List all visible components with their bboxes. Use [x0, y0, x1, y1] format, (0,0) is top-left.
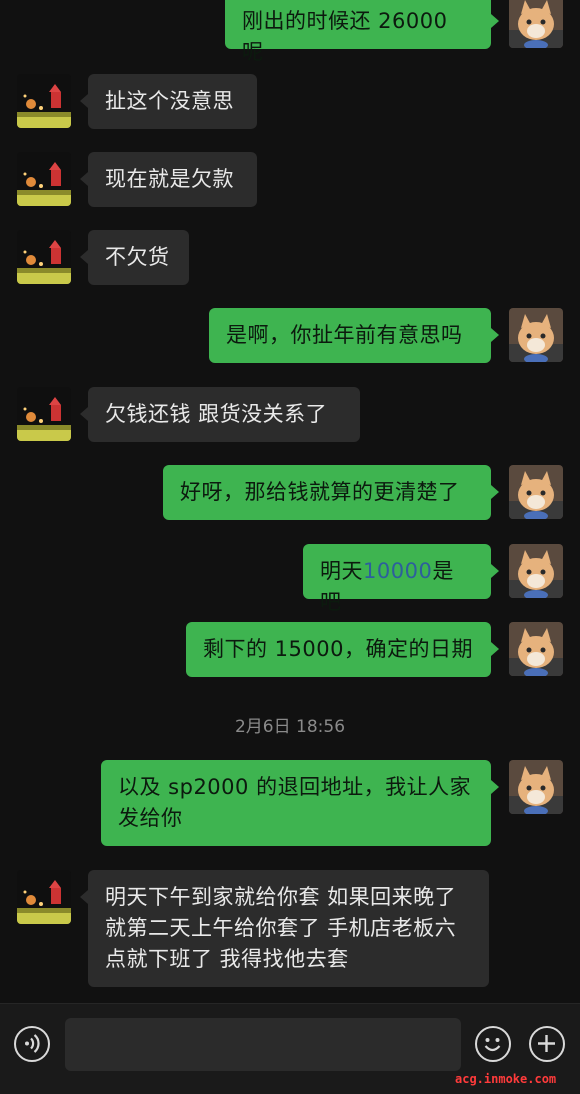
message-text: 是啊，你扯年前有意思吗: [226, 323, 463, 347]
bubble-tail: [80, 890, 88, 904]
message-bubble-incoming[interactable]: 不欠货: [88, 230, 189, 285]
message-bubble-outgoing[interactable]: 是啊，你扯年前有意思吗: [209, 308, 491, 363]
my-avatar[interactable]: [509, 622, 563, 676]
message-bubble-outgoing[interactable]: 刚出的时候还 26000 呢: [225, 0, 491, 64]
message-bubble-incoming[interactable]: 扯这个没意思: [88, 74, 257, 129]
message-bubble-outgoing[interactable]: 好呀，那给钱就算的更清楚了: [163, 465, 491, 520]
message-text: 明天下午到家就给你套 如果回来晚了就第二天上午给你套了 手机店老板六点就下班了 …: [105, 885, 457, 971]
contact-avatar[interactable]: [17, 387, 71, 441]
bubble-tail: [491, 780, 499, 794]
message-bubble-incoming[interactable]: 明天下午到家就给你套 如果回来晚了就第二天上午给你套了 手机店老板六点就下班了 …: [88, 870, 489, 987]
my-avatar[interactable]: [509, 465, 563, 519]
bubble-tail: [80, 94, 88, 108]
message-bubble-outgoing[interactable]: 明天10000是吧: [303, 544, 491, 614]
bubble-tail: [491, 642, 499, 656]
my-avatar[interactable]: [509, 308, 563, 362]
message-text: 欠钱还钱 跟货没关系了: [105, 402, 328, 426]
chat-area[interactable]: 刚出的时候还 26000 呢 扯这个没意思 现在就是欠款 不欠货 是啊，你扯年前…: [0, 0, 580, 1003]
message-input[interactable]: [65, 1018, 461, 1071]
phone-number-link[interactable]: 10000: [363, 559, 432, 583]
bubble-tail: [80, 407, 88, 421]
message-text: 剩下的 15000，确定的日期: [203, 637, 473, 661]
watermark: acg.inmoke.com: [455, 1072, 557, 1086]
message-text: 明天: [320, 559, 363, 583]
my-avatar[interactable]: [509, 760, 563, 814]
bubble-tail: [491, 14, 499, 28]
message-text: 现在就是欠款: [105, 167, 234, 191]
bubble-tail: [491, 564, 499, 578]
voice-icon[interactable]: [14, 1026, 50, 1062]
bubble-tail: [491, 485, 499, 499]
message-bubble-outgoing[interactable]: 以及 sp2000 的退回地址，我让人家发给你: [101, 760, 491, 846]
message-text: 以及 sp2000 的退回地址，我让人家发给你: [118, 775, 472, 830]
message-text: 不欠货: [105, 245, 170, 269]
bubble-tail: [80, 172, 88, 186]
message-text: 刚出的时候还 26000 呢: [242, 9, 448, 64]
plus-icon[interactable]: [529, 1026, 565, 1062]
message-bubble-incoming[interactable]: 现在就是欠款: [88, 152, 257, 207]
bubble-tail: [80, 250, 88, 264]
my-avatar[interactable]: [509, 544, 563, 598]
contact-avatar[interactable]: [17, 152, 71, 206]
contact-avatar[interactable]: [17, 870, 71, 924]
my-avatar[interactable]: [509, 0, 563, 48]
contact-avatar[interactable]: [17, 230, 71, 284]
emoji-icon[interactable]: [475, 1026, 511, 1062]
bubble-tail: [491, 328, 499, 342]
time-divider: 2月6日 18:56: [234, 717, 346, 737]
message-bubble-incoming[interactable]: 欠钱还钱 跟货没关系了: [88, 387, 360, 442]
message-bubble-outgoing[interactable]: 剩下的 15000，确定的日期: [186, 622, 491, 677]
contact-avatar[interactable]: [17, 74, 71, 128]
message-text: 扯这个没意思: [105, 89, 234, 113]
message-text: 好呀，那给钱就算的更清楚了: [180, 480, 460, 504]
